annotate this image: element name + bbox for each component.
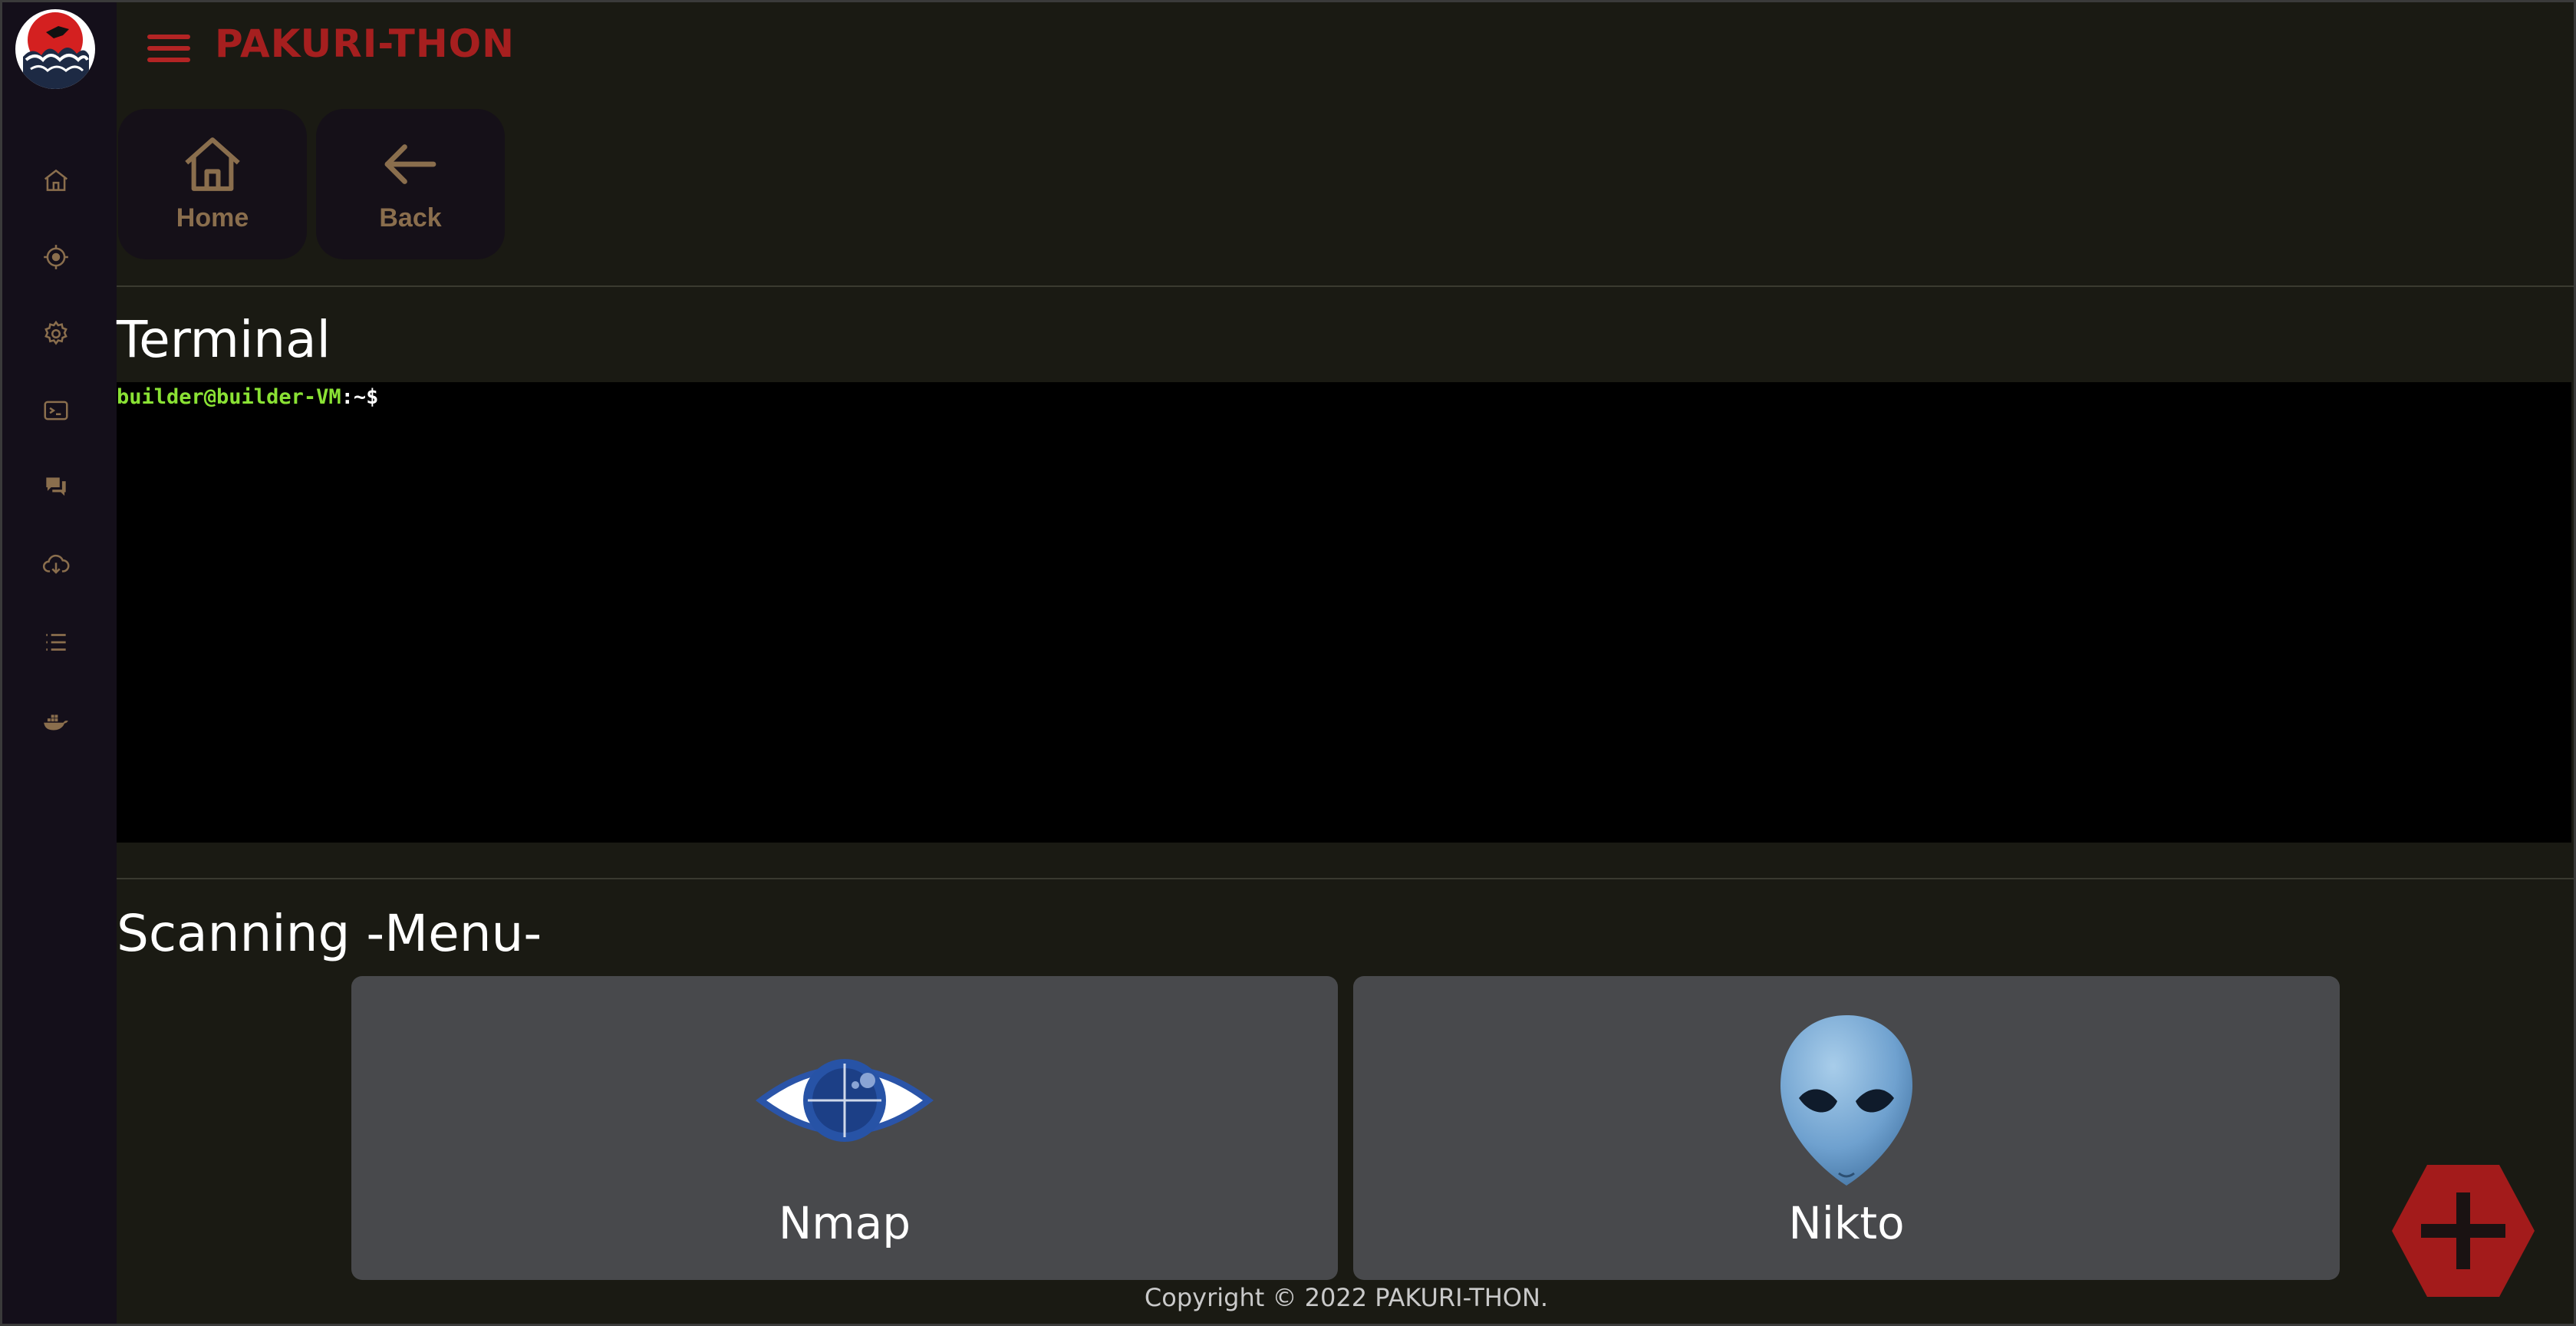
sidebar-item-chat[interactable] [37, 468, 75, 506]
divider [117, 878, 2576, 879]
sidebar-item-home[interactable] [37, 161, 75, 200]
menu-toggle-icon[interactable] [147, 31, 190, 69]
app-logo[interactable] [15, 9, 95, 89]
crosshair-icon [44, 245, 68, 269]
tool-card-nikto[interactable]: Nikto [1353, 976, 2340, 1280]
chat-icon [46, 477, 66, 496]
sidebar [0, 0, 117, 1326]
sidebar-item-settings[interactable] [37, 315, 75, 353]
scanning-section-title: Scanning -Menu- [117, 904, 542, 963]
tool-name: Nikto [1788, 1197, 1905, 1249]
back-button-label: Back [379, 203, 442, 233]
tool-name: Nmap [778, 1197, 911, 1249]
sidebar-item-docker[interactable] [37, 703, 75, 741]
terminal-icon [44, 401, 68, 421]
app-title: PAKURI-THON [215, 21, 516, 66]
home-icon [44, 169, 68, 191]
terminal-prompt-separator: : [341, 385, 354, 409]
sidebar-item-list[interactable] [37, 623, 75, 661]
docker-icon [44, 714, 68, 731]
top-bar: PAKURI-THON [117, 0, 2576, 100]
cloud-download-icon [42, 554, 70, 574]
arrow-left-icon [384, 143, 436, 184]
terminal-prompt-user: builder@builder-VM [117, 385, 341, 409]
divider [117, 285, 2576, 287]
sidebar-item-download[interactable] [37, 545, 75, 583]
terminal-prompt-path: ~$ [353, 385, 379, 409]
home-icon [185, 137, 240, 191]
terminal-console[interactable]: builder@builder-VM:~$ [117, 382, 2571, 843]
home-button[interactable]: Home [118, 109, 307, 259]
nmap-eye-icon [756, 1059, 934, 1142]
sidebar-item-scanning[interactable] [37, 238, 75, 276]
terminal-section-title: Terminal [117, 310, 331, 369]
plus-icon [2392, 1165, 2535, 1297]
list-icon [46, 634, 66, 651]
tool-card-nmap[interactable]: Nmap [351, 976, 1338, 1280]
sidebar-item-terminal[interactable] [37, 391, 75, 430]
nikto-alien-icon [1780, 1015, 1912, 1186]
footer-copyright: Copyright © 2022 PAKURI-THON. [1144, 1283, 1549, 1312]
back-button[interactable]: Back [316, 109, 505, 259]
gear-icon [44, 320, 68, 345]
add-fab-button[interactable] [2390, 1162, 2536, 1300]
home-button-label: Home [176, 203, 249, 233]
